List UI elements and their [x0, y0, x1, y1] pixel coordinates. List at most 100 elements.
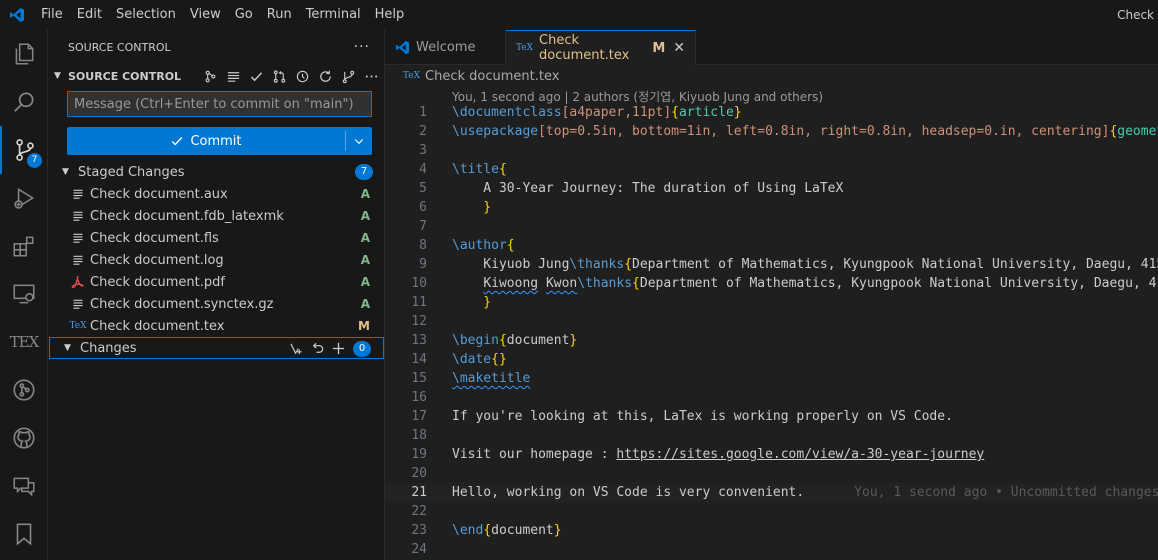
- line-number: 15: [411, 371, 427, 386]
- code-token: geometry: [1117, 124, 1158, 139]
- commit-main-action[interactable]: Commit: [67, 127, 345, 155]
- menu-view[interactable]: View: [183, 0, 228, 30]
- code-token: }: [452, 295, 492, 310]
- menu-file[interactable]: File: [34, 0, 70, 30]
- code-token: document: [506, 333, 570, 348]
- code-line[interactable]: 10 Kiwoong Kwon\thanks{Department of Mat…: [385, 274, 1158, 293]
- code-line[interactable]: 6 }: [385, 198, 1158, 217]
- view-as-list-icon[interactable]: [224, 67, 242, 85]
- code-line[interactable]: 13 \begin{document}: [385, 331, 1158, 350]
- menu-edit[interactable]: Edit: [70, 0, 109, 30]
- view-graph-icon[interactable]: [201, 67, 219, 85]
- code-token: [a4paper,11pt]: [561, 105, 672, 120]
- list-item[interactable]: Check document.fls A: [48, 227, 385, 249]
- create-pull-request-icon[interactable]: [270, 67, 288, 85]
- code-line[interactable]: 23 \end{document}: [385, 521, 1158, 540]
- code-line[interactable]: 15 \maketitle: [385, 369, 1158, 388]
- modified-indicator: M: [652, 40, 666, 56]
- code-line[interactable]: 18: [385, 426, 1158, 445]
- git-graph-icon[interactable]: [0, 366, 48, 414]
- refresh-icon[interactable]: [316, 67, 334, 85]
- bookmarks-icon[interactable]: [0, 510, 48, 558]
- code-line[interactable]: 14 \date{}: [385, 350, 1158, 369]
- staged-changes-label: Staged Changes: [78, 164, 185, 180]
- close-icon[interactable]: ✕: [673, 40, 685, 56]
- line-number: 18: [411, 428, 427, 443]
- code-line[interactable]: 24: [385, 540, 1158, 559]
- remote-explorer-icon[interactable]: [0, 270, 48, 318]
- menu-selection[interactable]: Selection: [109, 0, 183, 30]
- stage-all-icon[interactable]: [330, 340, 347, 357]
- source-control-icon[interactable]: 7: [0, 126, 48, 174]
- commit-dropdown[interactable]: [346, 127, 372, 155]
- source-control-section-header[interactable]: ▼ SOURCE CONTROL: [48, 65, 384, 87]
- code-line[interactable]: 12: [385, 312, 1158, 331]
- more-actions-icon[interactable]: [362, 67, 380, 85]
- code-line[interactable]: 19 Visit our homepage : https://sites.goo…: [385, 445, 1158, 464]
- code-line[interactable]: 2 \usepackage[top=0.5in, bottom=1in, left…: [385, 122, 1158, 141]
- breadcrumb-file[interactable]: Check document.tex: [425, 69, 559, 84]
- tex-icon[interactable]: TEX: [0, 318, 48, 366]
- line-number: 8: [419, 238, 427, 253]
- comments-icon[interactable]: [0, 462, 48, 510]
- file-status: A: [360, 209, 370, 223]
- file-lines-icon: [70, 296, 86, 312]
- changes-header[interactable]: ▼ Changes 0: [49, 337, 384, 359]
- list-item[interactable]: Check document.log A: [48, 249, 385, 271]
- commit-button[interactable]: Commit: [67, 127, 372, 155]
- tab-check-document-tex[interactable]: TeX Check document.tex M ✕: [506, 30, 696, 65]
- menu-terminal[interactable]: Terminal: [299, 0, 368, 30]
- menu-go[interactable]: Go: [228, 0, 260, 30]
- code-line[interactable]: 7: [385, 217, 1158, 236]
- line-content: \documentclass[a4paper,11pt]{article}: [452, 103, 742, 122]
- code-token: }: [569, 333, 578, 348]
- code-line[interactable]: 8 \author{: [385, 236, 1158, 255]
- code-line[interactable]: 1 \documentclass[a4paper,11pt]{article}: [385, 103, 1158, 122]
- file-name: Check document.fdb_latexmk: [90, 208, 284, 224]
- code-line[interactable]: 9 Kiyuob Jung\thanks{Department of Mathe…: [385, 255, 1158, 274]
- staged-changes-header[interactable]: ▼ Staged Changes 7: [48, 161, 385, 183]
- code-line[interactable]: 5 A 30-Year Journey: The duration of Usi…: [385, 179, 1158, 198]
- git-branch-icon[interactable]: [339, 67, 357, 85]
- commit-message-input[interactable]: [67, 91, 372, 117]
- line-number: 22: [411, 504, 427, 519]
- code-line[interactable]: 17 If you're looking at this, LaTex is wo…: [385, 407, 1158, 426]
- code-line[interactable]: 22: [385, 502, 1158, 521]
- menu-bar: File Edit Selection View Go Run Terminal Help: [34, 0, 411, 30]
- code-line[interactable]: 4 \title{: [385, 160, 1158, 179]
- menu-run[interactable]: Run: [260, 0, 299, 30]
- explorer-icon[interactable]: [0, 30, 48, 78]
- code-line[interactable]: 16: [385, 388, 1158, 407]
- extensions-icon[interactable]: [0, 222, 48, 270]
- more-actions-icon[interactable]: ···: [354, 39, 370, 55]
- code-line[interactable]: 3: [385, 141, 1158, 160]
- tab-welcome[interactable]: Welcome: [385, 30, 506, 65]
- homepage-link[interactable]: https://sites.google.com/view/a-30-year-…: [616, 447, 984, 462]
- code-line[interactable]: 20: [385, 464, 1158, 483]
- list-item[interactable]: Check document.aux A: [48, 183, 385, 205]
- search-icon[interactable]: [0, 78, 48, 126]
- github-icon[interactable]: [0, 414, 48, 462]
- code-token: If you're looking at this, LaTex is work…: [452, 409, 953, 424]
- stash-icon[interactable]: [288, 340, 305, 357]
- list-item[interactable]: Check document.synctex.gz A: [48, 293, 385, 315]
- code-line[interactable]: 11 }: [385, 293, 1158, 312]
- code-line[interactable]: 21 Hello, working on VS Code is very conv…: [385, 483, 1158, 502]
- chevron-down-icon: ▼: [62, 167, 69, 177]
- list-item[interactable]: TeX Check document.tex M: [48, 315, 385, 337]
- line-content: \end{document}: [452, 521, 562, 540]
- file-status: M: [358, 319, 370, 333]
- list-item[interactable]: Check document.pdf A: [48, 271, 385, 293]
- history-icon[interactable]: [293, 67, 311, 85]
- code-editor[interactable]: You, 1 second ago | 2 authors (정기엽, Kiyu…: [385, 87, 1158, 560]
- code-token: [top=0.5in, bottom=1in, left=0.8in, righ…: [538, 124, 1110, 139]
- menu-help[interactable]: Help: [368, 0, 412, 30]
- commit-check-icon[interactable]: [247, 67, 265, 85]
- discard-icon[interactable]: [309, 340, 326, 357]
- tab-label: Welcome: [416, 40, 476, 55]
- list-item[interactable]: Check document.fdb_latexmk A: [48, 205, 385, 227]
- run-debug-icon[interactable]: [0, 174, 48, 222]
- file-status: A: [360, 231, 370, 245]
- section-title: SOURCE CONTROL: [68, 69, 182, 83]
- line-content: \usepackage[top=0.5in, bottom=1in, left=…: [452, 122, 1158, 141]
